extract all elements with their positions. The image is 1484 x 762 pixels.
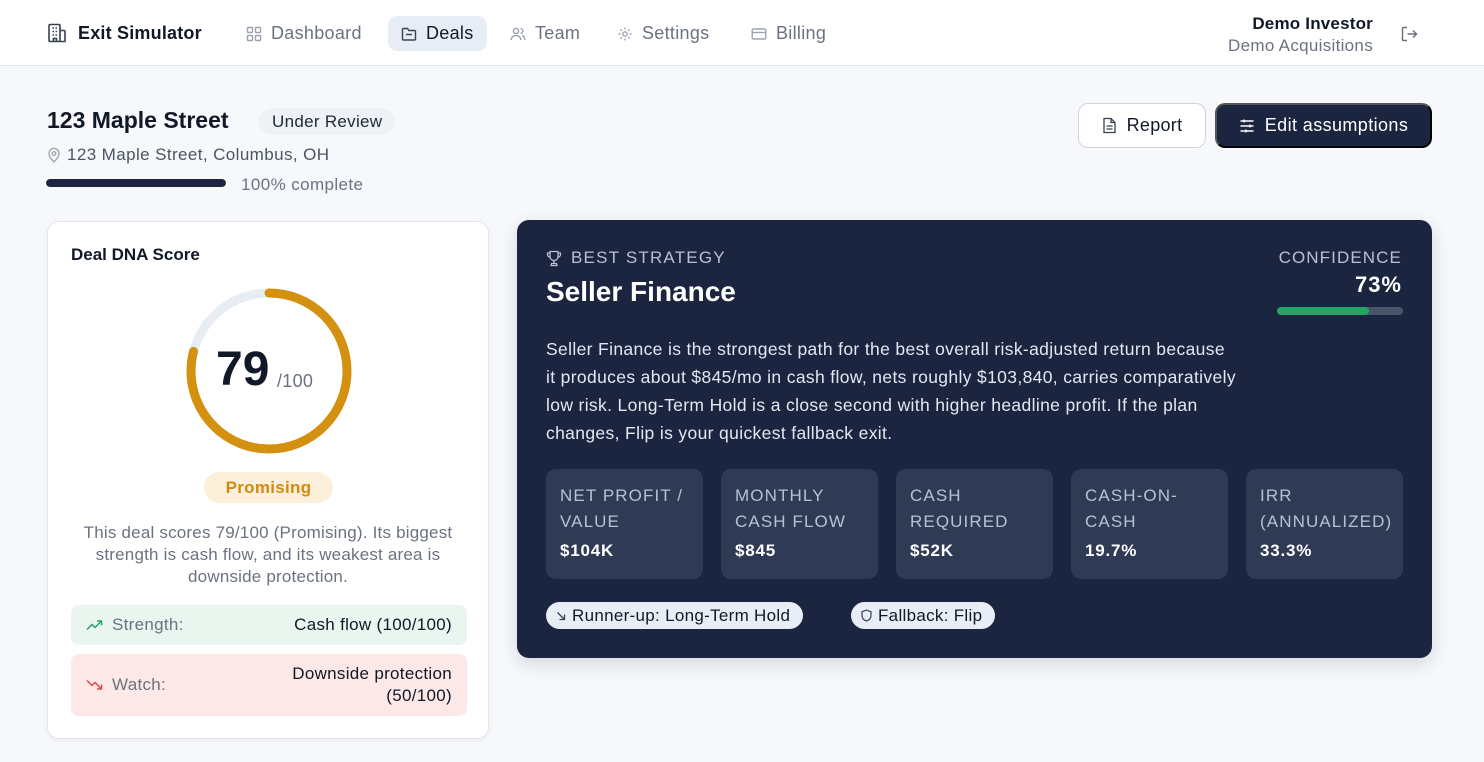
top-nav: Exit Simulator Dashboard Deals Team Sett… [0,0,1484,66]
user-menu[interactable]: Demo Investor Demo Acquisitions [1228,13,1373,57]
app-title: Exit Simulator [78,22,202,43]
user-name: Demo Investor [1252,14,1373,33]
confidence-bar-fill [1277,307,1369,315]
score-value: 79 [216,343,270,396]
address-text: 123 Maple Street, Columbus, OH [67,145,330,164]
credit-card-icon [751,26,767,42]
nav-item-team[interactable]: Team [497,16,593,51]
folder-icon [401,26,417,42]
strength-row: Strength: Cash flow (100/100) [71,605,467,645]
watch-value: Downside protection (50/100) [292,664,452,705]
confidence-label: CONFIDENCE [1278,248,1402,267]
trending-down-icon [86,679,103,691]
best-strategy-card: BEST STRATEGY Seller Finance CONFIDENCE … [517,220,1432,658]
metric-label: CASH-ON-CASH [1085,486,1178,531]
metric-value: $52K [910,541,954,560]
strategy-name: Seller Finance [546,276,736,307]
metric-cash-required: CASH REQUIRED $52K [896,469,1053,579]
report-button[interactable]: Report [1078,103,1206,148]
strategy-description: Seller Finance is the strongest path for… [546,339,1236,443]
completion-progress-bar [46,179,226,187]
metric-irr: IRR (ANNUALIZED) 33.3% [1246,469,1403,579]
nav-label: Billing [776,23,827,43]
sliders-icon [1239,118,1255,134]
deal-dna-score-card: Deal DNA Score 79 /100 Promising This de… [47,221,489,739]
status-badge: Under Review [259,108,396,135]
nav-label: Dashboard [271,23,362,43]
metric-value: $845 [735,541,777,560]
completion-label: 100% complete [241,175,364,194]
watch-label-group: Watch: [86,675,166,695]
edit-assumptions-label: Edit assumptions [1264,115,1409,135]
trophy-icon [546,250,562,267]
edit-assumptions-button[interactable]: Edit assumptions [1215,103,1432,148]
nav-item-deals[interactable]: Deals [388,16,487,51]
brand[interactable]: Exit Simulator [46,22,202,44]
best-strategy-eyebrow: BEST STRATEGY [546,248,726,268]
gear-icon [617,26,633,42]
nav-item-settings[interactable]: Settings [604,16,722,51]
metric-value: $104K [560,541,615,560]
metric-value: 19.7% [1085,541,1138,560]
score-summary: This deal scores 79/100 (Promising). Its… [83,523,453,586]
trending-up-icon [86,619,103,631]
strength-value: Cash flow (100/100) [294,615,452,634]
confidence-value: 73% [1354,272,1402,297]
building-icon [46,22,68,44]
runner-up-chip[interactable]: Runner-up: Long-Term Hold [546,602,804,629]
nav-item-billing[interactable]: Billing [738,16,839,51]
confidence-bar [1277,307,1403,315]
metric-cash-on-cash: CASH-ON-CASH 19.7% [1071,469,1228,579]
strength-label-group: Strength: [86,615,184,635]
metric-label: NET PROFIT / VALUE [560,486,684,531]
metric-monthly-cash-flow: MONTHLY CASH FLOW $845 [721,469,878,579]
deal-address: 123 Maple Street, Columbus, OH [47,145,329,165]
shield-icon [861,609,872,622]
page-title: 123 Maple Street [47,107,229,133]
score-max: /100 [277,371,314,391]
logout-icon[interactable] [1399,24,1419,44]
arrow-down-right-icon [556,611,566,621]
metric-net-profit: NET PROFIT / VALUE $104K [546,469,703,579]
score-card-title: Deal DNA Score [71,245,200,264]
nav-label: Deals [426,23,474,43]
fallback-chip[interactable]: Fallback: Flip [851,602,996,629]
score-verdict-badge: Promising [204,472,333,503]
runner-up-label: Runner-up: Long-Term Hold [572,605,791,625]
report-label: Report [1126,115,1183,135]
map-pin-icon [47,147,61,163]
metric-label: IRR (ANNUALIZED) [1260,486,1393,531]
dashboard-icon [246,26,262,42]
metric-value: 33.3% [1260,541,1313,560]
metric-label: MONTHLY CASH FLOW [735,486,846,531]
user-org: Demo Acquisitions [1228,36,1373,55]
best-strategy-label: BEST STRATEGY [571,248,726,267]
nav-label: Settings [642,23,710,43]
users-icon [510,26,526,42]
fallback-label: Fallback: Flip [878,605,983,625]
document-icon [1102,117,1117,134]
nav-label: Team [535,23,581,43]
strength-label: Strength: [112,615,184,634]
nav-item-dashboard[interactable]: Dashboard [233,16,375,51]
watch-row: Watch: Downside protection (50/100) [71,654,467,716]
metric-label: CASH REQUIRED [910,486,1009,531]
completion-progress-fill [46,179,226,187]
watch-label: Watch: [112,675,167,694]
